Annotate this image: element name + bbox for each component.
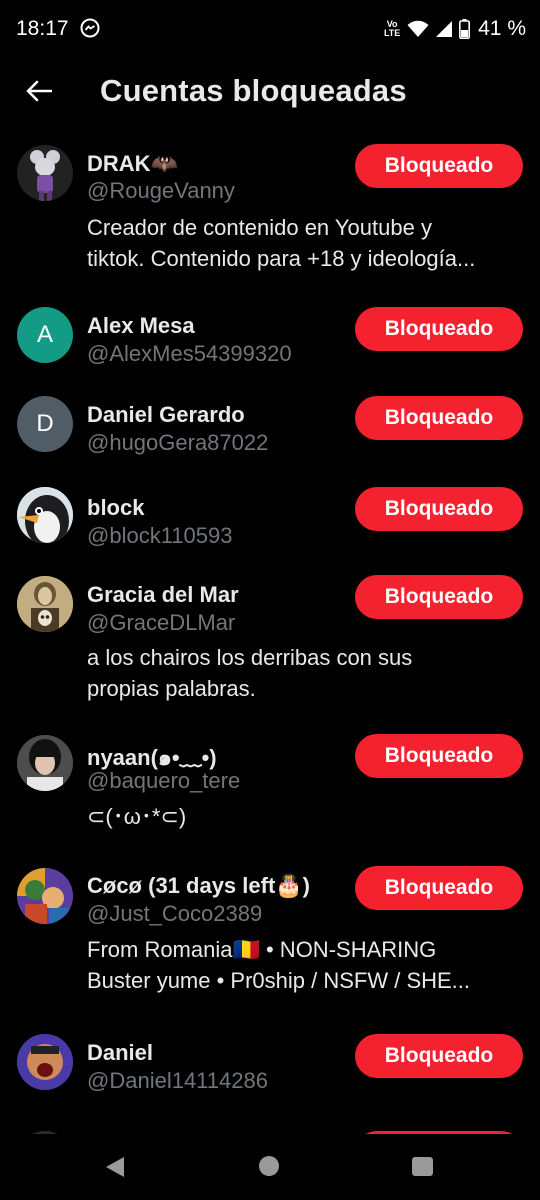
bio-text: ⊂(･ω･*⊂) bbox=[87, 801, 527, 832]
messenger-icon bbox=[80, 18, 100, 38]
avatar-image bbox=[17, 1034, 73, 1090]
bio-line: From Romania🇷🇴 • NON-SHARING bbox=[87, 937, 437, 962]
avatar-image bbox=[17, 735, 73, 791]
nav-back-icon[interactable] bbox=[105, 1156, 125, 1178]
list-item[interactable]: block @block110593 Bloqueado bbox=[0, 481, 540, 572]
list-item[interactable]: Cøcø (31 days left🎂) @Just_Coco2389 From… bbox=[0, 864, 540, 1028]
list-item[interactable]: DRAK🦇 @RougeVanny Creador de contenido e… bbox=[0, 138, 540, 301]
avatar-letter: D bbox=[36, 410, 54, 437]
system-navigation-bar bbox=[0, 1134, 540, 1200]
volte-icon: Vo LTE bbox=[383, 19, 401, 38]
list-item[interactable]: Gracia del Mar @GraceDLMar a los chairos… bbox=[0, 572, 540, 731]
avatar[interactable]: D bbox=[17, 396, 73, 452]
blocked-button[interactable]: Bloqueado bbox=[355, 144, 523, 188]
username-handle: @block110593 bbox=[87, 523, 233, 548]
avatar[interactable] bbox=[17, 868, 73, 924]
bio-line: Buster yume • Pr0ship / NSFW / SHE... bbox=[87, 968, 471, 993]
top-app-bar: Cuentas bloqueadas bbox=[0, 60, 540, 124]
list-item[interactable]: A Alex Mesa @AlexMes54399320 Bloqueado bbox=[0, 301, 540, 390]
list-item[interactable]: Daniel @Daniel14114286 Bloqueado bbox=[0, 1028, 540, 1117]
avatar-image bbox=[17, 576, 73, 632]
display-name: Gracia del Mar bbox=[87, 582, 239, 607]
blocked-accounts-list: DRAK🦇 @RougeVanny Creador de contenido e… bbox=[0, 138, 540, 1134]
username-handle: @RougeVanny bbox=[87, 178, 235, 203]
avatar[interactable] bbox=[17, 735, 73, 791]
avatar[interactable] bbox=[17, 576, 73, 632]
blocked-button[interactable]: Bloqueado bbox=[355, 487, 523, 531]
battery-icon bbox=[459, 19, 471, 39]
status-bar: 18:17 Vo LTE 41 % bbox=[0, 0, 540, 60]
blocked-button[interactable]: Bloqueado bbox=[355, 307, 523, 351]
arrow-left-icon bbox=[26, 80, 52, 102]
bio-line: a los chairos los derribas con sus bbox=[87, 645, 413, 670]
blocked-button[interactable]: Bloqueado bbox=[355, 866, 523, 910]
blocked-accounts-screen: 18:17 Vo LTE 41 % Cuentas bloqueadas DRA… bbox=[0, 0, 540, 1200]
list-item-partial bbox=[0, 1117, 540, 1134]
wifi-icon bbox=[407, 20, 429, 37]
blocked-button[interactable]: Bloqueado bbox=[355, 1034, 523, 1078]
avatar-image bbox=[17, 487, 73, 543]
username-handle: @AlexMes54399320 bbox=[87, 341, 292, 366]
display-name: block bbox=[87, 495, 145, 520]
list-item[interactable]: D Daniel Gerardo @hugoGera87022 Bloquead… bbox=[0, 390, 540, 481]
username-handle: @Daniel14114286 bbox=[87, 1068, 268, 1093]
blocked-button[interactable]: Bloqueado bbox=[355, 575, 523, 619]
display-name: Cøcø (31 days left🎂) bbox=[87, 873, 310, 898]
page-title: Cuentas bloqueadas bbox=[100, 73, 407, 108]
status-time: 18:17 bbox=[16, 17, 69, 40]
status-icons: Vo LTE 41 % bbox=[383, 16, 526, 42]
avatar[interactable] bbox=[17, 145, 73, 201]
list-item[interactable]: nyaan(๑•﹏•) @baquero_tere ⊂(･ω･*⊂) Bloqu… bbox=[0, 731, 540, 864]
nav-recents-icon[interactable] bbox=[412, 1157, 433, 1176]
bio-text: From Romania🇷🇴 • NON-SHARING Buster yume… bbox=[87, 934, 527, 996]
username-handle: @hugoGera87022 bbox=[87, 430, 269, 455]
avatar[interactable] bbox=[17, 487, 73, 543]
blocked-button[interactable]: Bloqueado bbox=[355, 396, 523, 440]
display-name: DRAK🦇 bbox=[87, 151, 178, 176]
bio-text: a los chairos los derribas con sus propi… bbox=[87, 642, 527, 704]
bio-line: ⊂(･ω･*⊂) bbox=[87, 804, 187, 829]
battery-percentage: 41 % bbox=[478, 17, 526, 40]
blocked-button[interactable]: Bloqueado bbox=[355, 734, 523, 778]
back-button[interactable] bbox=[22, 74, 56, 108]
username-handle: @Just_Coco2389 bbox=[87, 901, 263, 926]
display-name: Daniel Gerardo bbox=[87, 402, 245, 427]
avatar-image bbox=[17, 868, 73, 924]
display-name: Alex Mesa bbox=[87, 313, 195, 338]
avatar[interactable] bbox=[17, 1034, 73, 1090]
signal-icon bbox=[436, 21, 453, 37]
display-name: Daniel bbox=[87, 1040, 154, 1065]
bio-line: tiktok. Contenido para +18 y ideología..… bbox=[87, 246, 476, 271]
avatar[interactable]: A bbox=[17, 307, 73, 363]
username-handle: @baquero_tere bbox=[87, 768, 241, 793]
avatar-letter: A bbox=[36, 321, 53, 348]
bio-text: Creador de contenido en Youtube y tiktok… bbox=[87, 212, 527, 274]
username-handle: @GraceDLMar bbox=[87, 610, 236, 635]
nav-home-icon[interactable] bbox=[259, 1156, 279, 1176]
bio-line: propias palabras. bbox=[87, 676, 256, 701]
bio-line: Creador de contenido en Youtube y bbox=[87, 215, 432, 240]
avatar-image bbox=[17, 145, 73, 201]
